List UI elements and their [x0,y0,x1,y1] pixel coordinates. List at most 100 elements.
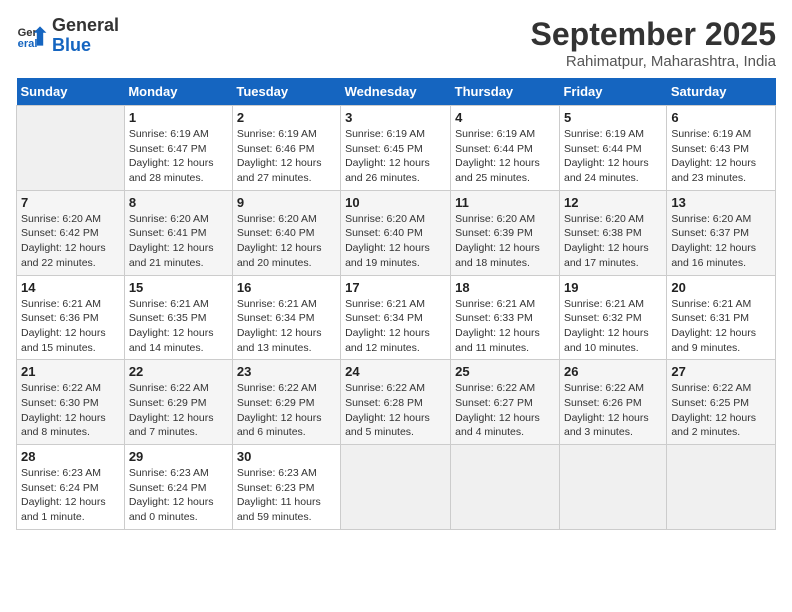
day-info: Sunrise: 6:23 AM Sunset: 6:23 PM Dayligh… [237,466,336,525]
calendar-cell [17,106,125,191]
logo-icon: Gen eral [16,20,48,52]
day-number: 4 [455,110,555,125]
calendar-cell: 21 Sunrise: 6:22 AM Sunset: 6:30 PM Dayli… [17,360,125,445]
day-number: 26 [564,364,662,379]
calendar-cell: 28 Sunrise: 6:23 AM Sunset: 6:24 PM Dayli… [17,445,125,530]
day-number: 24 [345,364,446,379]
title-block: September 2025 Rahimatpur, Maharashtra, … [531,16,776,70]
day-number: 23 [237,364,336,379]
calendar-cell: 1Sunrise: 6:19 AM Sunset: 6:47 PM Daylig… [124,106,232,191]
page-header: Gen eral General Blue September 2025 Rah… [16,16,776,70]
calendar-cell: 26 Sunrise: 6:22 AM Sunset: 6:26 PM Dayli… [559,360,666,445]
day-number: 28 [21,449,120,464]
day-info: Sunrise: 6:22 AM Sunset: 6:27 PM Dayligh… [455,381,555,440]
day-info: Sunrise: 6:21 AM Sunset: 6:34 PM Dayligh… [237,297,336,356]
day-header-sunday: Sunday [17,78,125,106]
calendar-cell: 4 Sunrise: 6:19 AM Sunset: 6:44 PM Daylig… [451,106,560,191]
header-row: SundayMondayTuesdayWednesdayThursdayFrid… [17,78,776,106]
day-info: Sunrise: 6:22 AM Sunset: 6:26 PM Dayligh… [564,381,662,440]
day-info: Sunrise: 6:21 AM Sunset: 6:33 PM Dayligh… [455,297,555,356]
day-info: Sunrise: 6:19 AM Sunset: 6:43 PM Dayligh… [671,127,771,186]
calendar-cell: 30 Sunrise: 6:23 AM Sunset: 6:23 PM Dayli… [232,445,340,530]
day-number: 27 [671,364,771,379]
calendar-cell: 16Sunrise: 6:21 AM Sunset: 6:34 PM Dayli… [232,275,340,360]
week-row: 14Sunrise: 6:21 AM Sunset: 6:36 PM Dayli… [17,275,776,360]
day-info: Sunrise: 6:21 AM Sunset: 6:32 PM Dayligh… [564,297,662,356]
day-header-monday: Monday [124,78,232,106]
calendar-cell: 14Sunrise: 6:21 AM Sunset: 6:36 PM Dayli… [17,275,125,360]
day-number: 20 [671,280,771,295]
calendar-cell: 2 Sunrise: 6:19 AM Sunset: 6:46 PM Daylig… [232,106,340,191]
day-number: 18 [455,280,555,295]
day-info: Sunrise: 6:21 AM Sunset: 6:36 PM Dayligh… [21,297,120,356]
calendar-cell: 17 Sunrise: 6:21 AM Sunset: 6:34 PM Dayli… [341,275,451,360]
day-info: Sunrise: 6:19 AM Sunset: 6:46 PM Dayligh… [237,127,336,186]
calendar-table: SundayMondayTuesdayWednesdayThursdayFrid… [16,78,776,530]
day-info: Sunrise: 6:20 AM Sunset: 6:39 PM Dayligh… [455,212,555,271]
day-header-friday: Friday [559,78,666,106]
day-number: 11 [455,195,555,210]
week-row: 21 Sunrise: 6:22 AM Sunset: 6:30 PM Dayli… [17,360,776,445]
day-number: 29 [129,449,228,464]
day-number: 21 [21,364,120,379]
day-number: 8 [129,195,228,210]
logo: Gen eral General Blue [16,16,119,56]
day-number: 13 [671,195,771,210]
calendar-cell: 5 Sunrise: 6:19 AM Sunset: 6:44 PM Daylig… [559,106,666,191]
day-number: 22 [129,364,228,379]
calendar-cell [667,445,776,530]
day-number: 7 [21,195,120,210]
day-info: Sunrise: 6:20 AM Sunset: 6:41 PM Dayligh… [129,212,228,271]
week-row: 1Sunrise: 6:19 AM Sunset: 6:47 PM Daylig… [17,106,776,191]
location-subtitle: Rahimatpur, Maharashtra, India [531,53,776,70]
day-number: 15 [129,280,228,295]
calendar-cell: 24 Sunrise: 6:22 AM Sunset: 6:28 PM Dayli… [341,360,451,445]
day-info: Sunrise: 6:19 AM Sunset: 6:44 PM Dayligh… [455,127,555,186]
day-number: 17 [345,280,446,295]
day-info: Sunrise: 6:20 AM Sunset: 6:40 PM Dayligh… [345,212,446,271]
calendar-cell: 27 Sunrise: 6:22 AM Sunset: 6:25 PM Dayli… [667,360,776,445]
calendar-cell: 18 Sunrise: 6:21 AM Sunset: 6:33 PM Dayli… [451,275,560,360]
day-header-tuesday: Tuesday [232,78,340,106]
month-title: September 2025 [531,16,776,53]
calendar-cell: 13Sunrise: 6:20 AM Sunset: 6:37 PM Dayli… [667,190,776,275]
day-number: 25 [455,364,555,379]
calendar-cell: 9Sunrise: 6:20 AM Sunset: 6:40 PM Daylig… [232,190,340,275]
day-info: Sunrise: 6:22 AM Sunset: 6:30 PM Dayligh… [21,381,120,440]
day-number: 10 [345,195,446,210]
calendar-cell: 25 Sunrise: 6:22 AM Sunset: 6:27 PM Dayli… [451,360,560,445]
day-number: 30 [237,449,336,464]
calendar-cell [341,445,451,530]
calendar-cell: 8 Sunrise: 6:20 AM Sunset: 6:41 PM Daylig… [124,190,232,275]
calendar-cell: 3Sunrise: 6:19 AM Sunset: 6:45 PM Daylig… [341,106,451,191]
svg-text:Gen: Gen [18,27,40,39]
calendar-cell [451,445,560,530]
day-number: 12 [564,195,662,210]
day-info: Sunrise: 6:22 AM Sunset: 6:28 PM Dayligh… [345,381,446,440]
calendar-cell: 15 Sunrise: 6:21 AM Sunset: 6:35 PM Dayli… [124,275,232,360]
day-number: 9 [237,195,336,210]
calendar-cell [559,445,666,530]
calendar-cell: 7Sunrise: 6:20 AM Sunset: 6:42 PM Daylig… [17,190,125,275]
day-number: 1 [129,110,228,125]
day-info: Sunrise: 6:23 AM Sunset: 6:24 PM Dayligh… [21,466,120,525]
day-info: Sunrise: 6:22 AM Sunset: 6:29 PM Dayligh… [129,381,228,440]
day-info: Sunrise: 6:19 AM Sunset: 6:44 PM Dayligh… [564,127,662,186]
day-info: Sunrise: 6:23 AM Sunset: 6:24 PM Dayligh… [129,466,228,525]
day-number: 2 [237,110,336,125]
day-info: Sunrise: 6:21 AM Sunset: 6:35 PM Dayligh… [129,297,228,356]
week-row: 7Sunrise: 6:20 AM Sunset: 6:42 PM Daylig… [17,190,776,275]
day-info: Sunrise: 6:19 AM Sunset: 6:45 PM Dayligh… [345,127,446,186]
calendar-cell: 12Sunrise: 6:20 AM Sunset: 6:38 PM Dayli… [559,190,666,275]
svg-text:eral: eral [18,38,38,50]
calendar-cell: 10 Sunrise: 6:20 AM Sunset: 6:40 PM Dayli… [341,190,451,275]
calendar-cell: 22 Sunrise: 6:22 AM Sunset: 6:29 PM Dayli… [124,360,232,445]
logo-text: General Blue [52,16,119,56]
day-number: 19 [564,280,662,295]
day-number: 5 [564,110,662,125]
calendar-cell: 6Sunrise: 6:19 AM Sunset: 6:43 PM Daylig… [667,106,776,191]
day-info: Sunrise: 6:22 AM Sunset: 6:29 PM Dayligh… [237,381,336,440]
day-info: Sunrise: 6:21 AM Sunset: 6:34 PM Dayligh… [345,297,446,356]
day-info: Sunrise: 6:22 AM Sunset: 6:25 PM Dayligh… [671,381,771,440]
calendar-cell: 11 Sunrise: 6:20 AM Sunset: 6:39 PM Dayli… [451,190,560,275]
